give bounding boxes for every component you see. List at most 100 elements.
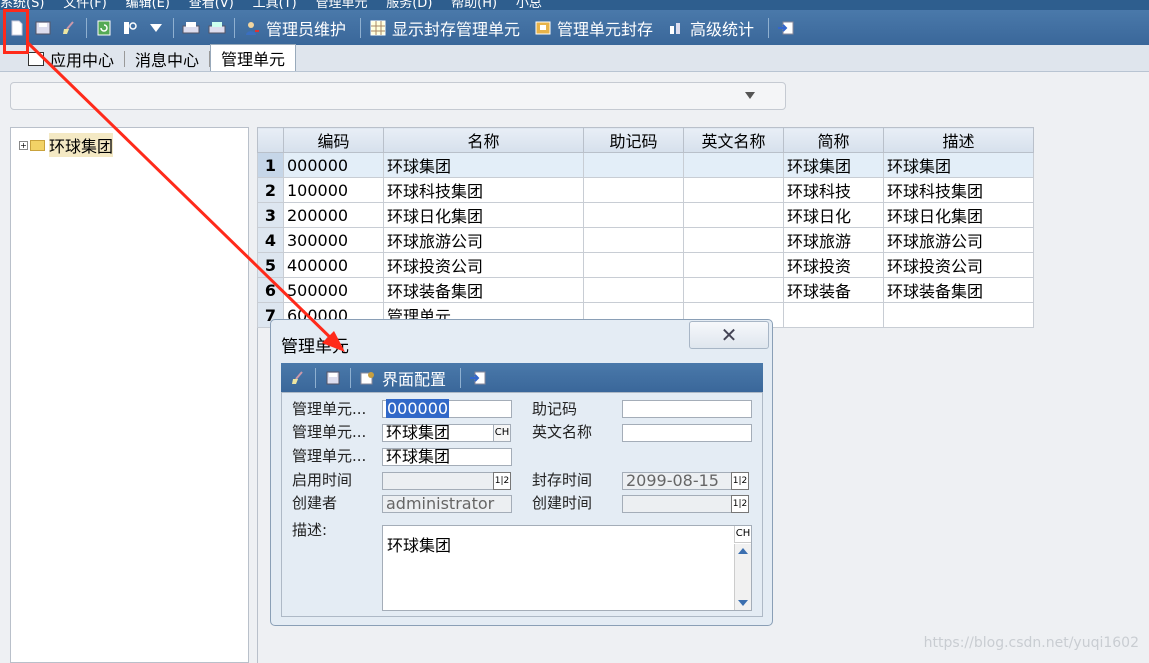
cell-name[interactable]: 环球日化集团 [383, 202, 584, 228]
cell-mnemonic[interactable] [583, 277, 684, 303]
menu-extra[interactable]: 小总 [516, 0, 542, 10]
cell-english-name[interactable] [683, 252, 784, 278]
english-name-field[interactable] [622, 424, 752, 442]
cell-mnemonic[interactable] [583, 252, 684, 278]
cell-name[interactable]: 环球投资公司 [383, 252, 584, 278]
cell-name[interactable]: 环球装备集团 [383, 277, 584, 303]
cell-name[interactable]: 环球科技集团 [383, 177, 584, 203]
cell-description[interactable]: 环球科技集团 [883, 177, 1034, 203]
cell-abbr[interactable]: 环球投资 [783, 252, 884, 278]
table-row[interactable]: 4 300000 环球旅游公司 环球旅游 环球旅游公司 [257, 227, 1034, 253]
tree-node-root[interactable]: + 环球集团 [19, 133, 114, 157]
cell-abbr[interactable]: 环球集团 [783, 152, 884, 178]
row-number[interactable]: 1 [257, 152, 284, 178]
cell-abbr[interactable]: 环球装备 [783, 277, 884, 303]
unit-abbr-field[interactable]: 环球集团 [382, 448, 512, 466]
cell-english-name[interactable] [683, 202, 784, 228]
input-method-button[interactable]: CH [734, 526, 751, 543]
menu-edit[interactable]: 编辑(E) [126, 0, 170, 10]
table-row[interactable]: 5 400000 环球投资公司 环球投资 环球投资公司 [257, 252, 1034, 278]
column-header-abbr[interactable]: 简称 [783, 127, 884, 153]
column-header-english-name[interactable]: 英文名称 [683, 127, 784, 153]
column-header-name[interactable]: 名称 [383, 127, 584, 153]
row-number[interactable]: 5 [257, 252, 284, 278]
unit-code-field[interactable]: 000000 [382, 399, 512, 418]
cell-code[interactable]: 400000 [283, 252, 384, 278]
cell-mnemonic[interactable] [583, 177, 684, 203]
cell-mnemonic[interactable] [583, 202, 684, 228]
expand-icon[interactable]: + [19, 140, 28, 150]
creator-field[interactable]: administrator [382, 495, 512, 513]
save-icon[interactable] [322, 367, 344, 389]
cell-description[interactable]: 环球旅游公司 [883, 227, 1034, 253]
locate-icon[interactable] [119, 17, 141, 39]
menu-help[interactable]: 帮助(H) [451, 0, 497, 10]
menu-unit[interactable]: 管理单元 [315, 0, 367, 10]
description-scrollbar[interactable] [734, 544, 751, 610]
scroll-down-icon[interactable] [738, 600, 748, 606]
description-textarea[interactable]: 环球集团 CH [382, 525, 752, 611]
table-row[interactable]: 1 000000 环球集团 环球集团 环球集团 [257, 152, 1034, 178]
cell-code[interactable]: 500000 [283, 277, 384, 303]
table-row[interactable]: 3 200000 环球日化集团 环球日化 环球日化集团 [257, 202, 1034, 228]
menu-service[interactable]: 服务(D) [386, 0, 432, 10]
create-time-field[interactable] [622, 495, 732, 513]
admin-maintain-button[interactable]: 管理员维护 [239, 16, 346, 40]
close-button[interactable]: ✕ [689, 321, 769, 349]
cell-name[interactable]: 环球集团 [383, 152, 584, 178]
save-all-icon[interactable] [32, 17, 54, 39]
cell-mnemonic[interactable] [583, 227, 684, 253]
chevron-down-icon[interactable] [745, 92, 755, 99]
advanced-stats-button[interactable]: 高级统计 [663, 16, 754, 40]
column-header-mnemonic[interactable]: 助记码 [583, 127, 684, 153]
table-row[interactable]: 6 500000 环球装备集团 环球装备 环球装备集团 [257, 277, 1034, 303]
mnemonic-field[interactable] [622, 400, 752, 418]
cell-english-name[interactable] [683, 177, 784, 203]
cell-english-name[interactable] [683, 277, 784, 303]
create-time-calendar-icon[interactable]: 1|2 [731, 495, 749, 513]
ui-config-button[interactable]: 界面配置 [355, 366, 446, 390]
print-icon[interactable] [180, 17, 202, 39]
menu-tools[interactable]: 工具(T) [253, 0, 297, 10]
seal-time-calendar-icon[interactable]: 1|2 [731, 472, 749, 490]
tab-app-center[interactable]: 应用中心 [18, 47, 124, 71]
tab-message-center[interactable]: 消息中心 [125, 47, 209, 71]
menu-view[interactable]: 查看(V) [189, 0, 234, 10]
exit-icon[interactable] [775, 17, 797, 39]
cell-english-name[interactable] [683, 152, 784, 178]
table-row[interactable]: 2 100000 环球科技集团 环球科技 环球科技集团 [257, 177, 1034, 203]
row-number[interactable]: 4 [257, 227, 284, 253]
cell-abbr[interactable]: 环球科技 [783, 177, 884, 203]
cell-code[interactable]: 000000 [283, 152, 384, 178]
scroll-up-icon[interactable] [738, 548, 748, 554]
cell-abbr[interactable]: 环球日化 [783, 202, 884, 228]
menu-file[interactable]: 文件(F) [63, 0, 107, 10]
show-sealed-button[interactable]: 显示封存管理单元 [365, 16, 520, 40]
broom-icon[interactable] [287, 367, 309, 389]
row-number[interactable]: 6 [257, 277, 284, 303]
exit-icon[interactable] [467, 367, 489, 389]
broom-icon[interactable] [58, 17, 80, 39]
row-number[interactable]: 3 [257, 202, 284, 228]
seal-unit-button[interactable]: 管理单元封存 [530, 16, 653, 40]
seal-time-field[interactable]: 2099-08-15 [622, 472, 732, 490]
cell-description[interactable]: 环球集团 [883, 152, 1034, 178]
cell-code[interactable]: 100000 [283, 177, 384, 203]
column-header-description[interactable]: 描述 [883, 127, 1034, 153]
print-preview-icon[interactable] [206, 17, 228, 39]
filter-dropdown-icon[interactable] [145, 17, 167, 39]
unit-selector-dropdown[interactable] [10, 82, 786, 110]
unit-name-field[interactable]: 环球集团 [382, 424, 494, 442]
start-time-calendar-icon[interactable]: 1|2 [493, 472, 511, 490]
row-number[interactable]: 2 [257, 177, 284, 203]
cell-code[interactable]: 200000 [283, 202, 384, 228]
cell-abbr[interactable]: 环球旅游 [783, 227, 884, 253]
cell-mnemonic[interactable] [583, 152, 684, 178]
cell-description[interactable]: 环球投资公司 [883, 252, 1034, 278]
start-time-field[interactable] [382, 472, 494, 490]
cell-abbr[interactable] [783, 302, 884, 328]
refresh-icon[interactable] [93, 17, 115, 39]
cell-description[interactable]: 环球装备集团 [883, 277, 1034, 303]
column-header-code[interactable]: 编码 [283, 127, 384, 153]
tab-management-unit[interactable]: 管理单元 [210, 44, 297, 71]
